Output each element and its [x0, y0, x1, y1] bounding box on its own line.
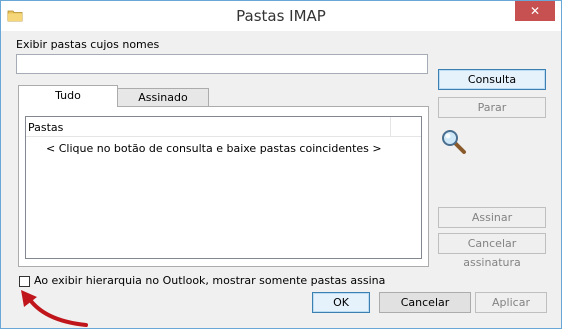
query-button[interactable]: Consulta [438, 69, 546, 90]
tab-panel: Pastas < Clique no botão de consulta e b… [18, 106, 429, 267]
column-divider [390, 117, 391, 136]
ok-button[interactable]: OK [312, 292, 370, 313]
imap-folders-dialog: Pastas IMAP ✕ Exibir pastas cujos nomes … [0, 0, 562, 329]
red-arrow-annotation [21, 290, 88, 327]
list-header: Pastas [26, 117, 421, 137]
dialog-body: Exibir pastas cujos nomes Tudo Assinado … [1, 31, 561, 328]
close-button[interactable]: ✕ [515, 1, 555, 21]
unsubscribe-button[interactable]: Cancelar assinatura [438, 233, 546, 269]
window-title: Pastas IMAP [236, 7, 326, 25]
tab-subscribed[interactable]: Assinado [117, 88, 209, 107]
show-subscribed-only-checkbox[interactable] [19, 276, 30, 287]
magnifier-icon [441, 129, 467, 155]
filter-label: Exibir pastas cujos nomes [16, 38, 160, 51]
folder-name-input[interactable] [16, 54, 428, 74]
folders-list[interactable]: Pastas < Clique no botão de consulta e b… [25, 116, 422, 259]
subscribe-button[interactable]: Assinar [438, 207, 546, 228]
title-bar: Pastas IMAP ✕ [1, 1, 561, 31]
cancel-button[interactable]: Cancelar [379, 292, 471, 313]
empty-list-message: < Clique no botão de consulta e baixe pa… [46, 142, 382, 155]
show-subscribed-only-label[interactable]: Ao exibir hierarquia no Outlook, mostrar… [34, 274, 385, 287]
tab-all[interactable]: Tudo [18, 85, 118, 107]
column-header-folders[interactable]: Pastas [28, 121, 63, 134]
stop-button[interactable]: Parar [438, 97, 546, 118]
apply-button[interactable]: Aplicar [475, 292, 547, 313]
